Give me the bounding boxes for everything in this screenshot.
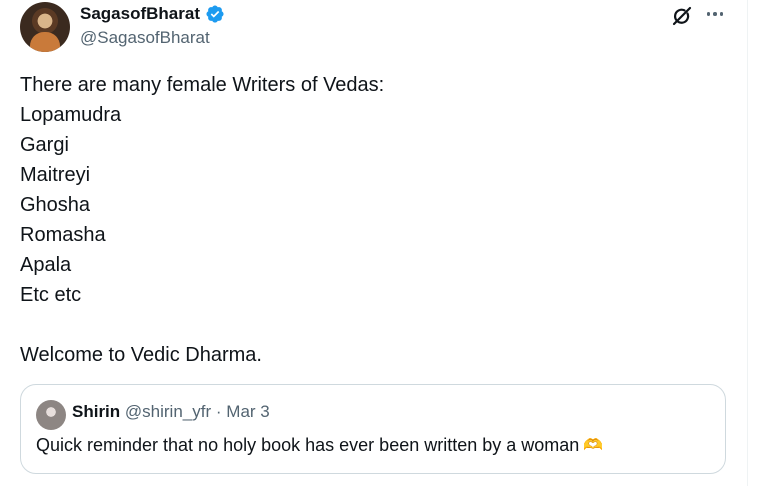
tweet-line: Etc etc [20, 284, 82, 306]
author-avatar[interactable] [20, 2, 70, 52]
tweet-text: There are many female Writers of Vedas: … [20, 70, 720, 370]
quoted-date[interactable]: Mar 3 [226, 402, 269, 421]
grok-icon[interactable] [670, 4, 694, 28]
quoted-author-name[interactable]: Shirin [72, 402, 120, 421]
more-dot [713, 12, 717, 16]
column-border [747, 0, 748, 486]
quoted-tweet-header: Shirin @shirin_yfr · Mar 3 [72, 402, 270, 422]
tweet-line: Romasha [20, 224, 106, 246]
tweet-line: Gargi [20, 134, 69, 156]
quoted-tweet-text: Quick reminder that no holy book has eve… [36, 435, 603, 456]
author-display-name[interactable]: SagasofBharat [80, 4, 200, 24]
tweet-line: Maitreyi [20, 164, 91, 186]
quoted-separator: · [215, 402, 222, 421]
quoted-author-avatar[interactable] [36, 400, 66, 430]
quoted-tweet-card[interactable]: Shirin @shirin_yfr · Mar 3 Quick reminde… [20, 384, 726, 474]
heart-hands-emoji-icon: 🫶 [583, 437, 604, 454]
quoted-tweet-body: Quick reminder that no holy book has eve… [36, 435, 580, 455]
tweet-line: Ghosha [20, 194, 91, 216]
author-name-row: SagasofBharat [80, 3, 225, 25]
verified-badge-icon[interactable] [205, 4, 225, 24]
tweet-line: Apala [20, 254, 72, 276]
tweet-line: There are many female Writers of Vedas: [20, 74, 385, 96]
more-dot [706, 12, 711, 16]
more-options-icon[interactable] [704, 4, 726, 24]
tweet-line: Lopamudra [20, 104, 122, 126]
quoted-author-handle[interactable]: @shirin_yfr [125, 402, 211, 421]
more-dot [719, 12, 724, 16]
author-handle[interactable]: @SagasofBharat [80, 28, 210, 48]
tweet-line: Welcome to Vedic Dharma. [20, 344, 262, 366]
